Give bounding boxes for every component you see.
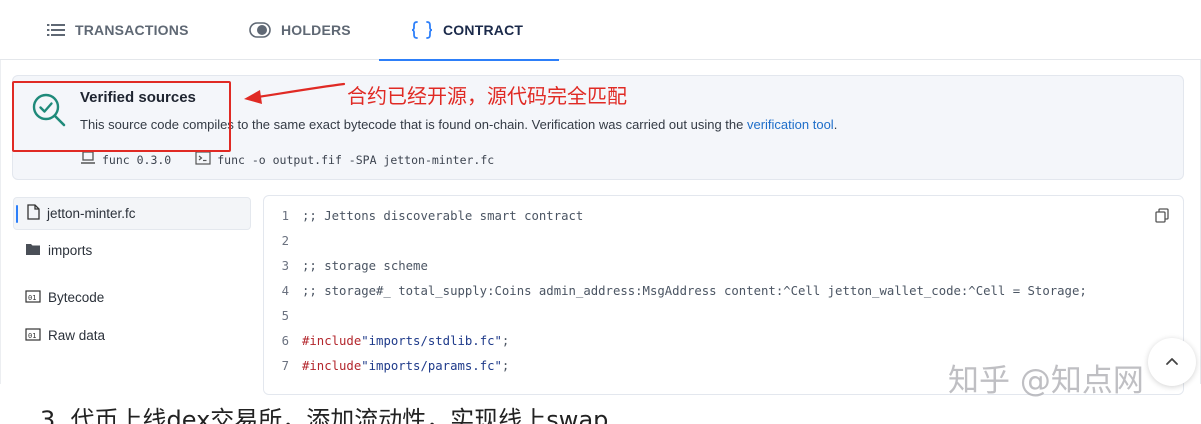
binary-icon: 01 — [25, 326, 41, 345]
compiler-version: func 0.3.0 — [80, 151, 171, 168]
sidebar-item-bytecode[interactable]: 01 Bytecode — [13, 281, 251, 314]
tab-label: CONTRACT — [443, 22, 524, 38]
code-string: "imports/params.fc" — [361, 359, 502, 373]
line-number: 6 — [281, 334, 289, 348]
sidebar-item-label: Bytecode — [48, 290, 105, 305]
line-number: 3 — [281, 259, 289, 273]
sidebar-item-label: imports — [48, 243, 93, 258]
compiler-icon — [80, 151, 96, 168]
verification-tool-link[interactable]: verification tool — [747, 117, 834, 132]
scroll-top-button[interactable] — [1148, 338, 1196, 386]
sidebar-item-jetton-minter[interactable]: jetton-minter.fc — [13, 197, 251, 230]
code-keyword: #include — [302, 359, 362, 373]
code-line: 7 #include "imports/params.fc"; — [264, 356, 510, 376]
tab-holders[interactable]: HOLDERS — [249, 0, 351, 60]
code-line: 1 ;; Jettons discoverable smart contract — [264, 206, 584, 226]
code-comment: ;; Jettons discoverable smart contract — [302, 209, 584, 223]
article-caption: 3. 代币上线dex交易所，添加流动性，实现线上swap — [40, 406, 609, 424]
line-number: 4 — [281, 284, 289, 298]
svg-text:01: 01 — [28, 294, 36, 302]
line-number: 1 — [281, 209, 289, 223]
svg-text:01: 01 — [28, 332, 36, 340]
binary-icon: 01 — [25, 288, 41, 307]
code-line: 6 #include "imports/stdlib.fc"; — [264, 331, 510, 351]
tab-contract[interactable]: CONTRACT — [378, 0, 560, 61]
line-number: 5 — [281, 309, 289, 323]
tab-bar: TRANSACTIONS HOLDERS CONTRACT — [0, 0, 1201, 61]
line-number: 7 — [281, 359, 289, 373]
file-icon — [26, 204, 40, 223]
verified-description-end: . — [833, 117, 838, 132]
code-line: 3 ;; storage scheme — [264, 256, 428, 276]
annotation-arrow-icon — [244, 82, 346, 104]
toggle-icon — [249, 22, 271, 38]
copy-icon[interactable] — [1155, 208, 1169, 228]
code-comment: ;; storage scheme — [302, 259, 428, 273]
folder-icon — [25, 242, 41, 259]
compiler-meta: func 0.3.0 func -o output.fif -SPA jetto… — [80, 151, 494, 168]
list-icon — [47, 23, 65, 37]
line-number: 2 — [281, 234, 289, 248]
code-line: 5 — [264, 306, 302, 326]
sidebar-item-imports[interactable]: imports — [13, 234, 251, 267]
code-punct: ; — [501, 334, 510, 348]
annotation-text: 合约已经开源，源代码完全匹配 — [347, 84, 627, 108]
tab-label: HOLDERS — [281, 22, 351, 38]
compile-command-text: func -o output.fif -SPA jetton-minter.fc — [217, 152, 495, 167]
code-string: "imports/stdlib.fc" — [361, 334, 502, 348]
code-line: 4 ;; storage#_ total_supply:Coins admin_a… — [264, 281, 1087, 301]
sidebar-item-label: jetton-minter.fc — [47, 206, 136, 221]
braces-icon — [411, 21, 433, 39]
tab-label: TRANSACTIONS — [75, 22, 189, 38]
code-keyword: #include — [302, 334, 362, 348]
compile-command: func -o output.fif -SPA jetton-minter.fc — [195, 151, 494, 168]
chevron-up-icon — [1165, 353, 1179, 371]
compiler-version-text: func 0.3.0 — [102, 152, 172, 167]
watermark: 知乎 @知点网 — [948, 363, 1144, 399]
tab-transactions[interactable]: TRANSACTIONS — [47, 0, 189, 60]
code-line: 2 — [264, 231, 302, 251]
annotation-highlight-box — [12, 81, 231, 152]
code-punct: ; — [501, 359, 510, 373]
code-comment: ;; storage#_ total_supply:Coins admin_ad… — [302, 284, 1087, 298]
terminal-icon — [195, 151, 211, 168]
sidebar-item-raw-data[interactable]: 01 Raw data — [13, 319, 251, 352]
sidebar-item-label: Raw data — [48, 328, 106, 343]
